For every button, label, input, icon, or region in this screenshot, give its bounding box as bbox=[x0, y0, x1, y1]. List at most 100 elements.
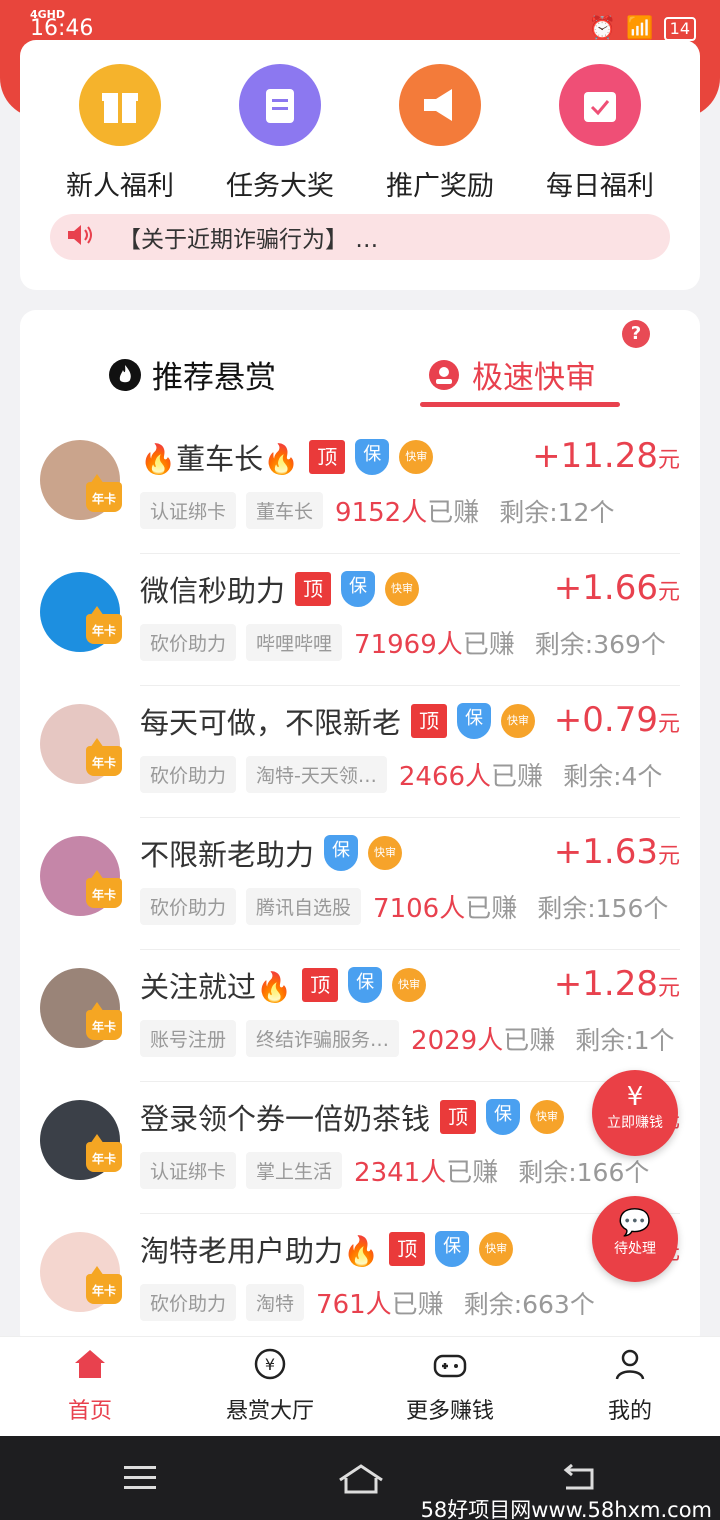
task-tag: 砍价助力 bbox=[140, 624, 237, 661]
earned-count: 7106人已赚 bbox=[373, 888, 517, 925]
status-time: 16:46 bbox=[30, 16, 94, 41]
task-item[interactable]: 年卡 不限新老助力保快审 +1.63元 砍价助力 腾讯自选股 7106人已赚 剩余:156个 bbox=[20, 818, 700, 950]
shield-icon: 保 bbox=[435, 1231, 470, 1267]
tab-fast-review[interactable]: 极速快审 bbox=[428, 352, 596, 397]
task-reward: +1.63元 bbox=[554, 832, 680, 872]
feature-daily-welfare[interactable]: 每日福利 bbox=[520, 64, 680, 203]
task-reward: +1.28元 bbox=[554, 964, 680, 1004]
task-title: 登录领个券一倍奶茶钱 bbox=[140, 1102, 431, 1136]
earned-count: 2029人已赚 bbox=[411, 1020, 555, 1057]
task-tag: 砍价助力 bbox=[140, 756, 237, 793]
earned-count: 2466人已赚 bbox=[399, 756, 543, 793]
battery-indicator: 14 bbox=[663, 16, 696, 41]
fast-review-badge: 快审 bbox=[501, 704, 536, 738]
task-reward: +0.79元 bbox=[554, 700, 680, 740]
task-item[interactable]: 年卡 每天可做，不限新老顶保快审 +0.79元 砍价助力 淘特-天天领… 2466人已赚剩… bbox=[20, 686, 700, 818]
top-badge: 顶 bbox=[309, 440, 346, 474]
crown-badge-label: 年卡 bbox=[91, 888, 116, 902]
earned-suffix: 已赚 bbox=[503, 1026, 556, 1056]
claim-money-button[interactable]: ¥ 立即赚钱 bbox=[592, 1070, 678, 1156]
top-badge: 顶 bbox=[389, 1232, 426, 1266]
task-title: 关注就过🔥 bbox=[140, 970, 293, 1004]
feature-label: 新人福利 bbox=[66, 171, 174, 202]
tab-indicator bbox=[420, 402, 620, 407]
feature-promotion-reward[interactable]: 推广奖励 bbox=[360, 64, 520, 203]
task-item[interactable]: 年卡 🔥董车长🔥 顶保快审 +11.28元 认证绑卡 董车长 9152人已赚 剩余:12个 bbox=[20, 422, 700, 554]
fast-review-badge: 快审 bbox=[368, 836, 403, 870]
crown-badge-label: 年卡 bbox=[91, 1152, 116, 1166]
task-reward: +11.28元 bbox=[532, 436, 680, 476]
shield-icon: 保 bbox=[457, 703, 492, 739]
red-envelope-icon: ¥ bbox=[626, 1082, 644, 1112]
notice-bar[interactable]: 【关于近期诈骗行为】 … bbox=[50, 214, 670, 260]
nav-label: 首页 bbox=[67, 1399, 112, 1424]
remaining-count: 剩余:663个 bbox=[463, 1289, 595, 1319]
feature-task-prize[interactable]: 任务大奖 bbox=[200, 64, 360, 203]
top-badge: 顶 bbox=[295, 572, 332, 606]
fast-review-badge: 快审 bbox=[392, 968, 427, 1002]
earned-count: 71969人已赚 bbox=[354, 624, 515, 661]
crown-badge-label: 年卡 bbox=[91, 492, 116, 506]
task-tag: 哔哩哔哩 bbox=[246, 624, 343, 661]
top-badge: 顶 bbox=[440, 1100, 477, 1134]
task-card: ? 推荐悬赏 极速快审 年卡 🔥董车长🔥 顶保快审 +11.28元 认证绑卡 董车长 915… bbox=[20, 310, 700, 1350]
earned-suffix: 已赚 bbox=[427, 498, 480, 528]
nav-label: 悬赏大厅 bbox=[225, 1399, 314, 1424]
nav-more-earning[interactable]: 更多赚钱 bbox=[360, 1337, 540, 1436]
watermark: 58好项目网www.58hxm.com bbox=[420, 1498, 712, 1520]
bottom-nav: 首页 ¥ 悬赏大厅 更多赚钱 我的 bbox=[0, 1336, 720, 1436]
earned-count: 761人已赚 bbox=[316, 1284, 444, 1321]
task-tag: 淘特-天天领… bbox=[246, 756, 387, 793]
task-tag: 董车长 bbox=[246, 492, 324, 529]
task-tag: 认证绑卡 bbox=[140, 1152, 237, 1189]
earned-number: 9152人 bbox=[335, 498, 428, 528]
feature-new-user-welfare[interactable]: 新人福利 bbox=[40, 64, 200, 203]
earned-number: 761人 bbox=[316, 1290, 392, 1320]
claim-money-label: 立即赚钱 bbox=[607, 1115, 663, 1131]
earned-number: 2466人 bbox=[398, 762, 492, 792]
shield-icon: 保 bbox=[348, 967, 383, 1003]
remaining-count: 剩余:166个 bbox=[518, 1157, 650, 1187]
crown-icon: 年卡 bbox=[86, 870, 122, 908]
user-icon bbox=[429, 359, 459, 390]
nav-home[interactable]: 首页 bbox=[0, 1337, 180, 1436]
flame-icon bbox=[109, 358, 141, 391]
nav-profile[interactable]: 我的 bbox=[540, 1337, 720, 1436]
shield-icon: 保 bbox=[341, 571, 376, 607]
earned-suffix: 已赚 bbox=[391, 1290, 444, 1320]
home-system-icon[interactable] bbox=[336, 1462, 386, 1496]
task-item[interactable]: 年卡 微信秒助力顶保快审 +1.66元 砍价助力 哔哩哔哩 71969人已赚 剩余:369个 bbox=[20, 554, 700, 686]
reward-amount: +1.63 bbox=[553, 832, 658, 872]
tab-recommended[interactable]: 推荐悬赏 bbox=[108, 352, 276, 397]
earned-number: 2341人 bbox=[354, 1158, 447, 1188]
gamepad-icon bbox=[433, 1354, 467, 1378]
reward-unit: 元 bbox=[657, 976, 680, 1001]
reward-unit: 元 bbox=[657, 712, 680, 737]
crown-badge-label: 年卡 bbox=[91, 756, 116, 770]
back-icon[interactable] bbox=[560, 1462, 600, 1494]
reward-amount: +1.66 bbox=[553, 568, 658, 608]
fast-review-badge: 快审 bbox=[385, 572, 420, 606]
fast-review-badge: 快审 bbox=[479, 1232, 514, 1266]
nav-reward-hall[interactable]: ¥ 悬赏大厅 bbox=[180, 1337, 360, 1436]
crown-badge-label: 年卡 bbox=[91, 624, 116, 638]
system-nav-bar: 58好项目网www.58hxm.com bbox=[0, 1436, 720, 1520]
home-icon bbox=[75, 1350, 105, 1378]
remaining-count: 剩余:1个 bbox=[575, 1025, 675, 1055]
megaphone-icon bbox=[399, 64, 481, 146]
remaining-count: 剩余:12个 bbox=[499, 497, 615, 527]
task-tag: 腾讯自选股 bbox=[246, 888, 362, 925]
pending-button[interactable]: 💬 待处理 bbox=[592, 1196, 678, 1282]
task-reward: +1.66元 bbox=[554, 568, 680, 608]
reward-unit: 元 bbox=[657, 844, 680, 869]
reward-amount: +0.79 bbox=[553, 700, 658, 740]
notice-text: 【关于近期诈骗行为】 … bbox=[118, 227, 379, 253]
menu-icon[interactable] bbox=[122, 1462, 158, 1492]
earned-suffix: 已赚 bbox=[491, 762, 544, 792]
task-item[interactable]: 年卡 关注就过🔥 顶保快审 +1.28元 账号注册 终结诈骗服务… 2029人已赚 剩余:1个 bbox=[20, 950, 700, 1082]
help-icon[interactable]: ? bbox=[622, 320, 650, 348]
reward-amount: +11.28 bbox=[532, 436, 658, 476]
task-tag: 账号注册 bbox=[140, 1020, 237, 1057]
crown-icon: 年卡 bbox=[86, 474, 122, 512]
crown-icon: 年卡 bbox=[86, 738, 122, 776]
